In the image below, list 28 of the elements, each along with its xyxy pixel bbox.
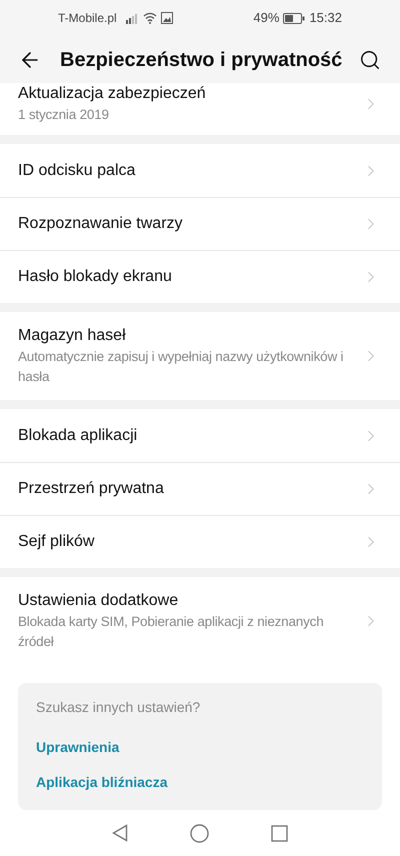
row-title: Aktualizacja zabezpieczeń — [18, 84, 207, 104]
suggestions-heading: Szukasz innych ustawień? — [36, 698, 202, 718]
search-icon — [359, 48, 381, 71]
row-title: Hasło blokady ekranu — [18, 267, 173, 288]
battery-percent: 49% — [253, 9, 280, 28]
row-subtitle: Blokada karty SIM, Pobieranie aplikacji z nieznanych źródeł — [18, 613, 325, 652]
wifi-icon — [142, 12, 157, 24]
row-title: Blokada aplikacji — [18, 426, 138, 446]
row-title: Rozpoznawanie twarzy — [18, 214, 184, 234]
clock-text: 15:32 — [309, 9, 342, 28]
row-subtitle: Automatycznie zapisuj i wypełniaj nazwy użytkowników i hasła — [18, 348, 344, 386]
row-subtitle: 1 stycznia 2019 — [18, 106, 110, 124]
page-title: Bezpieczeństwo i prywatność — [60, 48, 344, 73]
signal-icon — [124, 12, 139, 24]
row-title: Magazyn haseł — [18, 326, 127, 346]
settings-row[interactable]: Rozpoznawanie twarzy — [0, 197, 400, 250]
back-nav-icon[interactable] — [112, 824, 128, 842]
settings-row[interactable]: Aktualizacja zabezpieczeń 1 stycznia 2019 — [0, 83, 400, 136]
carrier-text: T-Mobile.pl — [58, 10, 117, 28]
settings-row[interactable]: Przestrzeń prywatna — [0, 462, 400, 516]
battery-icon — [283, 12, 306, 24]
row-title: Sejf plików — [18, 532, 96, 552]
row-title: ID odcisku palca — [18, 160, 136, 181]
image-icon — [160, 12, 173, 24]
recents-nav-icon[interactable] — [271, 824, 288, 842]
home-nav-icon[interactable] — [190, 824, 209, 843]
row-title: Ustawienia dodatkowe — [18, 591, 180, 612]
row-title: Przestrzeń prywatna — [18, 479, 165, 500]
